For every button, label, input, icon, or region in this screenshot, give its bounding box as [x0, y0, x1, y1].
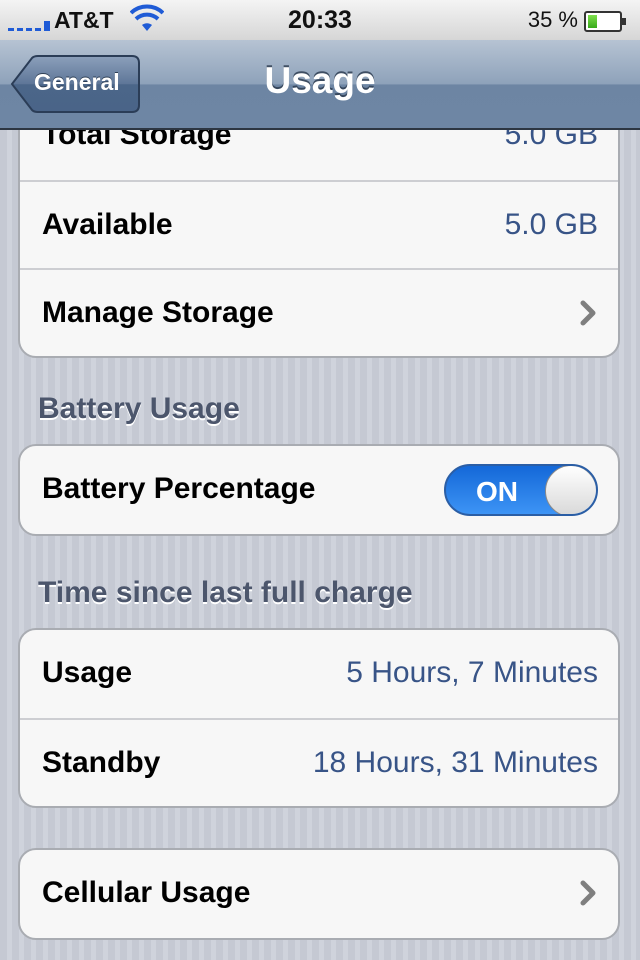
- row-label: Standby: [42, 746, 161, 779]
- cellular-group: Cellular Usage: [18, 848, 620, 940]
- cellular-usage-row[interactable]: Cellular Usage: [20, 850, 618, 938]
- row-label: Total Storage: [42, 130, 232, 151]
- usage-row: Usage 5 Hours, 7 Minutes: [20, 630, 618, 718]
- storage-group: Total Storage 5.0 GB Available 5.0 GB Ma…: [18, 130, 620, 358]
- battery-usage-header: Battery Usage: [38, 392, 240, 425]
- page-title: Usage: [264, 60, 376, 101]
- row-label: Manage Storage: [42, 296, 274, 329]
- battery-group: Battery Percentage ON: [18, 444, 620, 536]
- toggle-knob: [545, 466, 596, 514]
- chevron-right-icon: [580, 300, 596, 326]
- chevron-right-icon: [580, 880, 596, 906]
- row-label: Available: [42, 208, 173, 241]
- row-value: 5 Hours, 7 Minutes: [346, 656, 598, 689]
- battery-icon: [584, 11, 626, 32]
- toggle-label: ON: [476, 476, 518, 507]
- row-label: Usage: [42, 656, 133, 689]
- row-label: Battery Percentage: [42, 472, 316, 505]
- charge-group: Usage 5 Hours, 7 Minutes Standby 18 Hour…: [18, 628, 620, 808]
- total-storage-row: Total Storage 5.0 GB: [20, 130, 618, 180]
- battery-percent: 35 %: [527, 7, 578, 32]
- manage-storage-row[interactable]: Manage Storage: [20, 268, 618, 356]
- row-label: Cellular Usage: [42, 876, 251, 909]
- available-row: Available 5.0 GB: [20, 180, 618, 268]
- row-value: 5.0 GB: [504, 130, 598, 151]
- navigation-bar: General Usage: [0, 40, 640, 130]
- status-bar: AT&T 20:33 35 %: [0, 0, 640, 41]
- battery-percentage-toggle[interactable]: ON: [444, 464, 598, 516]
- settings-list[interactable]: Total Storage 5.0 GB Available 5.0 GB Ma…: [0, 130, 640, 960]
- row-value: 18 Hours, 31 Minutes: [312, 746, 598, 779]
- row-value: 5.0 GB: [504, 208, 598, 241]
- battery-percentage-row: Battery Percentage ON: [20, 446, 618, 534]
- charge-header: Time since last full charge: [38, 576, 413, 609]
- standby-row: Standby 18 Hours, 31 Minutes: [20, 718, 618, 806]
